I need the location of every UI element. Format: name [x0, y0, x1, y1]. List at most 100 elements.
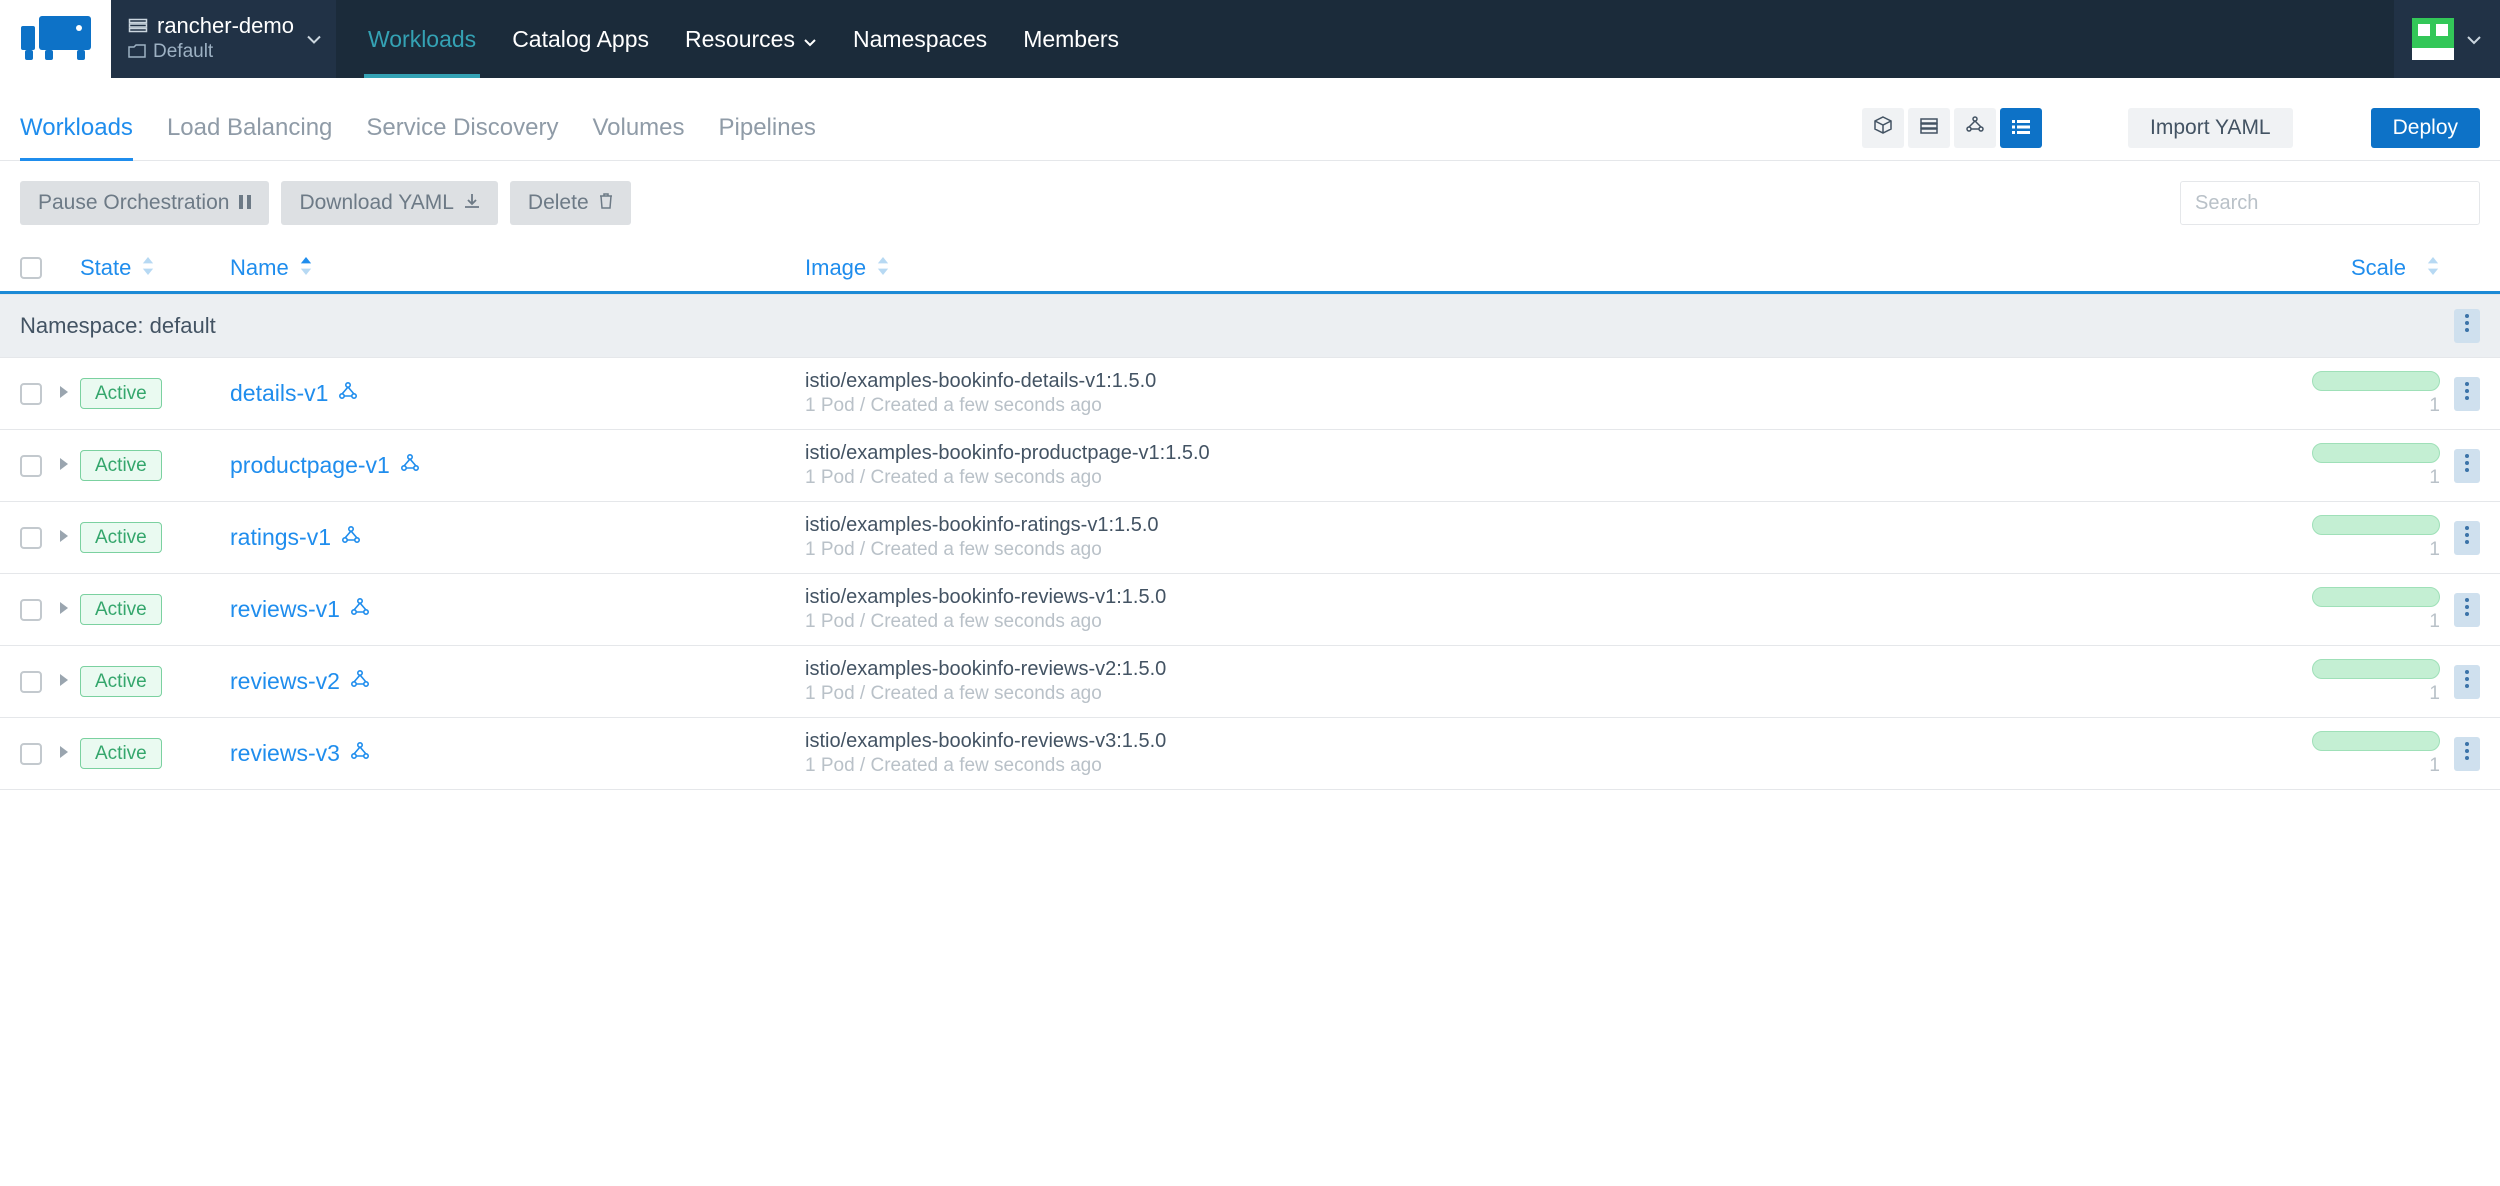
workload-name-link[interactable]: ratings-v1 [230, 524, 805, 551]
nav-catalog-apps[interactable]: Catalog Apps [508, 0, 653, 78]
rancher-logo[interactable] [0, 0, 111, 78]
image-subtext: 1 Pod / Created a few seconds ago [805, 611, 2290, 633]
nav-resources[interactable]: Resources [681, 0, 821, 78]
row-expand[interactable] [50, 668, 78, 696]
scale-value: 1 [2429, 539, 2440, 561]
image-subtext: 1 Pod / Created a few seconds ago [805, 467, 2290, 489]
row-expand[interactable] [50, 452, 78, 480]
scale-bar [2312, 659, 2440, 679]
kebab-icon [2464, 381, 2470, 407]
image-name: istio/examples-bookinfo-reviews-v2:1.5.0 [805, 658, 2290, 681]
kebab-icon [2464, 313, 2470, 339]
pause-orchestration-button[interactable]: Pause Orchestration [20, 181, 269, 225]
row-checkbox[interactable] [20, 599, 42, 621]
import-yaml-button[interactable]: Import YAML [2128, 108, 2293, 148]
deploy-button[interactable]: Deploy [2371, 108, 2480, 148]
chevron-right-icon [58, 598, 70, 621]
row-expand[interactable] [50, 596, 78, 624]
scale-bar [2312, 587, 2440, 607]
istio-icon [350, 668, 370, 695]
view-mesh-button[interactable] [1954, 108, 1996, 148]
row-actions-menu[interactable] [2454, 377, 2480, 411]
top-navbar: rancher-demo Default Workloads Catalog A… [0, 0, 2500, 78]
scale-bar [2312, 443, 2440, 463]
list-icon [2012, 117, 2030, 140]
select-all-checkbox[interactable] [20, 257, 42, 279]
row-actions-menu[interactable] [2454, 593, 2480, 627]
tab-pipelines[interactable]: Pipelines [719, 114, 816, 160]
table-row: Active reviews-v3 istio/examples-bookinf… [0, 718, 2500, 790]
view-list-button[interactable] [2000, 108, 2042, 148]
sort-icon [2426, 255, 2440, 281]
row-checkbox[interactable] [20, 527, 42, 549]
workload-name-link[interactable]: details-v1 [230, 380, 805, 407]
scale-value: 1 [2429, 467, 2440, 489]
image-subtext: 1 Pod / Created a few seconds ago [805, 683, 2290, 705]
row-checkbox[interactable] [20, 383, 42, 405]
image-name: istio/examples-bookinfo-ratings-v1:1.5.0 [805, 514, 2290, 537]
main-nav: Workloads Catalog Apps Resources Namespa… [336, 0, 1123, 78]
download-icon [464, 191, 480, 215]
nav-members[interactable]: Members [1019, 0, 1123, 78]
download-label: Download YAML [299, 191, 453, 215]
tab-load-balancing[interactable]: Load Balancing [167, 114, 332, 160]
chevron-down-icon [2466, 28, 2482, 51]
sort-icon [876, 255, 890, 281]
environment-switcher[interactable]: rancher-demo Default [111, 0, 336, 78]
namespace-actions-menu[interactable] [2454, 309, 2480, 343]
nav-namespaces[interactable]: Namespaces [849, 0, 991, 78]
trash-icon [599, 191, 613, 215]
tab-workloads[interactable]: Workloads [20, 114, 133, 160]
workload-name-link[interactable]: productpage-v1 [230, 452, 805, 479]
nav-workloads[interactable]: Workloads [364, 0, 480, 78]
table-row: Active ratings-v1 istio/examples-bookinf… [0, 502, 2500, 574]
view-nodes-button[interactable] [1908, 108, 1950, 148]
workload-name-link[interactable]: reviews-v3 [230, 740, 805, 767]
scale-value: 1 [2429, 611, 2440, 633]
row-checkbox[interactable] [20, 455, 42, 477]
state-badge: Active [80, 738, 162, 769]
istio-icon [1966, 116, 1984, 140]
folder-icon [129, 41, 145, 63]
user-menu[interactable] [2394, 0, 2500, 78]
state-badge: Active [80, 378, 162, 409]
row-checkbox[interactable] [20, 671, 42, 693]
nav-resources-label: Resources [685, 26, 795, 53]
column-name-label: Name [230, 255, 289, 281]
table-row: Active reviews-v1 istio/examples-bookinf… [0, 574, 2500, 646]
column-image[interactable]: Image [805, 255, 2290, 281]
namespace-name: default [150, 313, 216, 339]
namespace-group-header: Namespace: default [0, 294, 2500, 358]
column-state[interactable]: State [80, 255, 230, 281]
istio-icon [350, 740, 370, 767]
tab-service-discovery[interactable]: Service Discovery [366, 114, 558, 160]
workload-name: ratings-v1 [230, 524, 331, 551]
download-yaml-button[interactable]: Download YAML [281, 181, 497, 225]
row-expand[interactable] [50, 740, 78, 768]
cube-icon [1874, 116, 1892, 140]
cluster-icon [129, 15, 147, 37]
row-expand[interactable] [50, 524, 78, 552]
sort-icon [141, 255, 155, 281]
tab-volumes[interactable]: Volumes [592, 114, 684, 160]
delete-button[interactable]: Delete [510, 181, 631, 225]
chevron-right-icon [58, 454, 70, 477]
kebab-icon [2464, 453, 2470, 479]
state-badge: Active [80, 450, 162, 481]
column-scale[interactable]: Scale [2290, 255, 2440, 281]
kebab-icon [2464, 669, 2470, 695]
row-actions-menu[interactable] [2454, 737, 2480, 771]
view-cube-button[interactable] [1862, 108, 1904, 148]
row-actions-menu[interactable] [2454, 521, 2480, 555]
search-input[interactable] [2180, 181, 2480, 225]
row-checkbox[interactable] [20, 743, 42, 765]
workload-name-link[interactable]: reviews-v2 [230, 668, 805, 695]
row-actions-menu[interactable] [2454, 665, 2480, 699]
kebab-icon [2464, 597, 2470, 623]
workload-name: reviews-v3 [230, 740, 340, 767]
column-name[interactable]: Name [230, 255, 805, 281]
row-expand[interactable] [50, 380, 78, 408]
state-badge: Active [80, 522, 162, 553]
row-actions-menu[interactable] [2454, 449, 2480, 483]
workload-name-link[interactable]: reviews-v1 [230, 596, 805, 623]
